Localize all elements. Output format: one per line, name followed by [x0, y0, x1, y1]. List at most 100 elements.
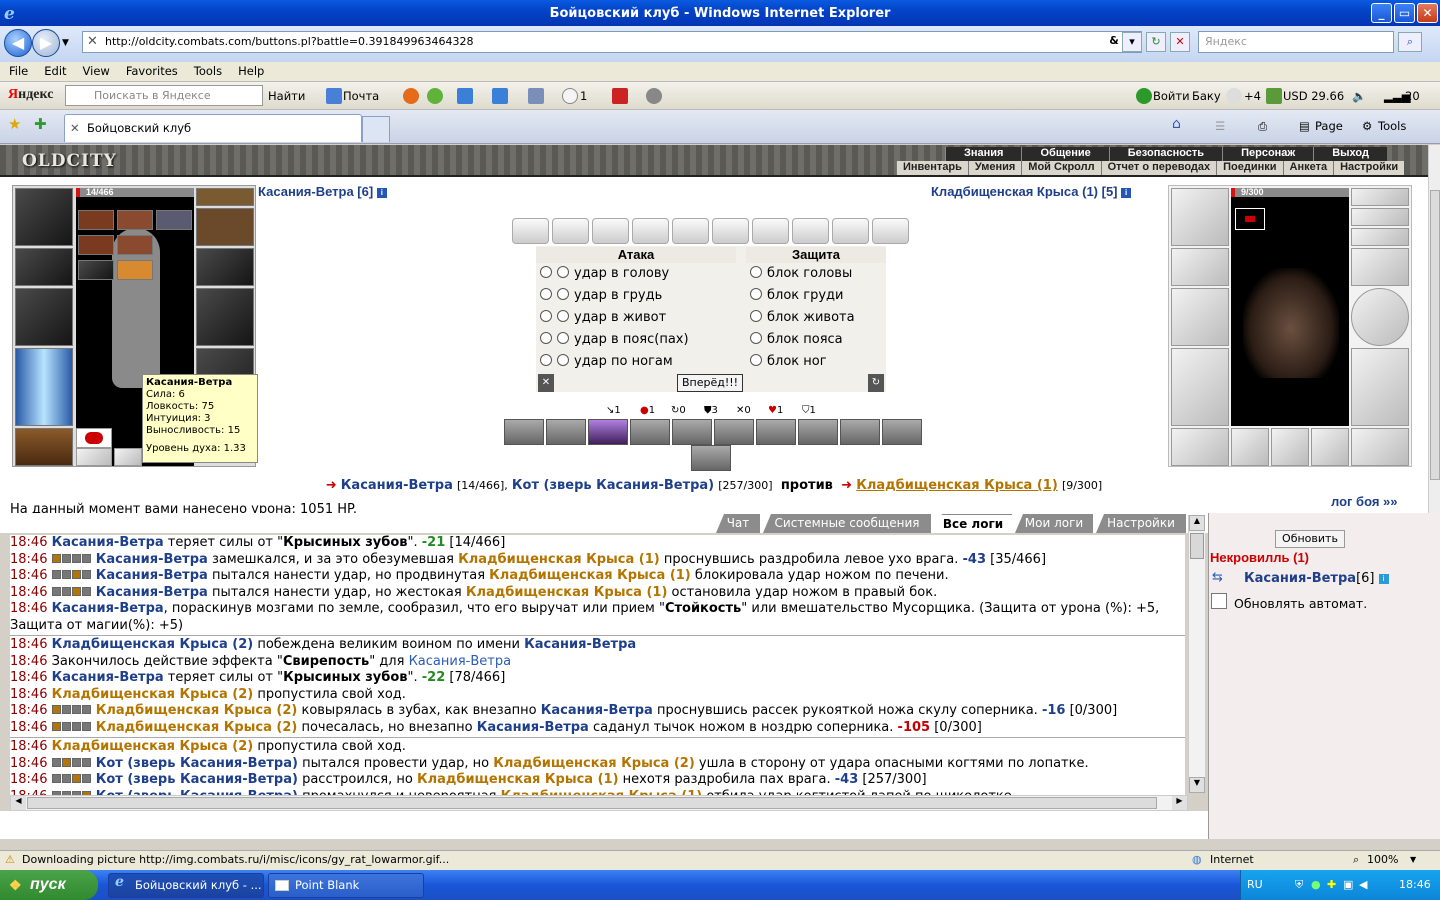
tab-log-settings[interactable]: Настройки	[1096, 514, 1186, 533]
hscroll-thumb[interactable]	[27, 797, 1157, 809]
zoom-dropdown-icon[interactable]: ▼	[1410, 851, 1416, 869]
weather-temp[interactable]: +4	[1244, 89, 1261, 103]
player-item-slot-6[interactable]	[78, 260, 114, 280]
player-amulet-slot[interactable]	[196, 208, 254, 246]
log-scroll-thumb[interactable]	[1190, 533, 1204, 559]
technique-slot-8[interactable]	[798, 419, 838, 445]
enemy-info-icon[interactable]: i	[1121, 187, 1132, 198]
scroll-slot-10[interactable]	[872, 218, 909, 244]
technique-slot-5[interactable]	[672, 419, 712, 445]
technique-slot-6[interactable]	[714, 419, 754, 445]
player-spell-slot-1[interactable]	[76, 448, 112, 466]
player-item-slot-7[interactable]	[117, 260, 153, 280]
page-scrollbar[interactable]	[1428, 145, 1440, 513]
player-ring-slot-1[interactable]	[78, 210, 114, 230]
tray-volume-icon[interactable]: ◀	[1359, 870, 1367, 900]
taskbar-item-ie[interactable]: e Бойцовский клуб - ...	[108, 873, 264, 898]
tray-shield-icon[interactable]: ⛨	[1295, 870, 1303, 900]
settings-gear-icon[interactable]	[646, 88, 662, 104]
page-scroll-thumb[interactable]	[1430, 190, 1440, 480]
player-earrings-slot[interactable]	[196, 188, 254, 206]
menu-favorites[interactable]: Favorites	[117, 62, 185, 78]
search-input[interactable]: Яндекс	[1198, 31, 1394, 53]
addon-orange-icon[interactable]	[403, 88, 419, 104]
back-button[interactable]: ◀	[4, 29, 32, 57]
new-tab-button[interactable]	[362, 116, 390, 142]
tab-chat[interactable]: Чат	[716, 514, 760, 533]
nav-profile[interactable]: Анкета	[1282, 161, 1334, 175]
refresh-icon[interactable]: ↻	[1146, 32, 1166, 52]
attack-option-legs[interactable]: удар по ногам	[540, 354, 740, 376]
menu-edit[interactable]: Edit	[35, 62, 73, 78]
nav-exit[interactable]: Выход	[1313, 147, 1387, 161]
yandex-search-input[interactable]: Поискать в Яндексе	[65, 85, 263, 106]
city-label[interactable]: Баку	[1192, 89, 1221, 103]
translate-icon[interactable]	[492, 88, 508, 104]
tools-menu[interactable]: Tools	[1378, 119, 1406, 133]
scroll-slot-5[interactable]	[672, 218, 709, 244]
attack-option-head[interactable]: удар в голову	[540, 266, 740, 288]
yandex-login-button[interactable]: Войти	[1153, 89, 1190, 103]
taskbar-item-pointblank[interactable]: Point Blank	[268, 873, 424, 898]
defense-radio-1[interactable]	[750, 266, 762, 278]
language-indicator[interactable]: RU	[1247, 870, 1263, 900]
attack-radio-5a[interactable]	[540, 354, 552, 366]
maximize-button[interactable]: ▭	[1394, 3, 1415, 23]
addon-blue-icon[interactable]	[457, 88, 473, 104]
defense-option-legs[interactable]: блок ног	[750, 354, 900, 376]
technique-slot-3[interactable]	[588, 419, 628, 445]
hscroll-left-icon[interactable]: ◀	[11, 796, 26, 810]
scroll-slot-9[interactable]	[832, 218, 869, 244]
nav-knowledge[interactable]: Знания	[945, 147, 1022, 161]
forward-button[interactable]: ▶	[32, 29, 60, 57]
player-ring-slot-3[interactable]	[156, 210, 192, 230]
technique-slot-4[interactable]	[630, 419, 670, 445]
chat-input-area[interactable]	[0, 811, 1208, 839]
stop-icon[interactable]: ✕	[1170, 32, 1190, 52]
refresh-button[interactable]: Обновить	[1275, 530, 1345, 548]
scroll-slot-7[interactable]	[752, 218, 789, 244]
start-button[interactable]: ❖ пуск	[0, 870, 98, 900]
defense-radio-3[interactable]	[750, 310, 762, 322]
compat-icon[interactable]: &	[1104, 32, 1124, 52]
menu-help[interactable]: Help	[229, 62, 271, 78]
attack-radio-4b[interactable]	[557, 332, 569, 344]
player-info-icon[interactable]: i	[376, 187, 387, 198]
bookmarks-icon[interactable]	[528, 88, 544, 104]
attack-radio-2b[interactable]	[557, 288, 569, 300]
tab-my-logs[interactable]: Мои логи	[1015, 514, 1093, 533]
favorites-star-icon[interactable]: ★	[8, 115, 21, 133]
attack-radio-1a[interactable]	[540, 266, 552, 278]
attack-radio-2a[interactable]	[540, 288, 552, 300]
player-bracers-slot[interactable]	[15, 248, 73, 286]
player-spell-slot-2[interactable]	[114, 448, 142, 466]
player-ring-slot-4[interactable]	[78, 235, 114, 255]
nav-character[interactable]: Персонаж	[1222, 147, 1314, 161]
scroll-slot-4[interactable]	[632, 218, 669, 244]
yandex-logo[interactable]: Яндекс	[8, 87, 53, 103]
attack-option-belly[interactable]: удар в живот	[540, 310, 740, 332]
player-ring-slot-2[interactable]	[117, 210, 153, 230]
technique-slot-9[interactable]	[840, 419, 880, 445]
nav-inventory[interactable]: Инвентарь	[896, 161, 968, 175]
refresh-battle-icon[interactable]: ↻	[868, 374, 884, 392]
comment-icon[interactable]	[562, 88, 578, 104]
log-hscrollbar[interactable]: ◀ ▶	[10, 795, 1188, 811]
player-medkit-slot[interactable]	[76, 428, 112, 448]
log-scrollbar[interactable]: ▲ ▼	[1188, 515, 1205, 793]
player-belt-slot[interactable]	[15, 428, 73, 466]
search-icon[interactable]: ⌕	[1398, 32, 1422, 52]
menu-view[interactable]: View	[74, 62, 117, 78]
addon-green-icon[interactable]	[427, 88, 443, 104]
defense-option-belt[interactable]: блок пояса	[750, 332, 900, 354]
yandex-find-button[interactable]: Найти	[268, 89, 305, 103]
versus-enemy[interactable]: Кладбищенская Крыса (1)	[856, 478, 1058, 493]
player-name-link[interactable]: Касания-Ветра [6] i	[258, 184, 387, 199]
attack-option-groin[interactable]: удар в пояс(пах)	[540, 332, 740, 354]
attack-radio-1b[interactable]	[557, 266, 569, 278]
player-gloves-slot[interactable]	[196, 248, 254, 286]
minimize-button[interactable]: _	[1371, 3, 1392, 23]
tray-network-icon[interactable]: ▣	[1343, 870, 1353, 900]
zoom-level[interactable]: 100%	[1367, 851, 1398, 869]
defense-option-chest[interactable]: блок груди	[750, 288, 900, 310]
